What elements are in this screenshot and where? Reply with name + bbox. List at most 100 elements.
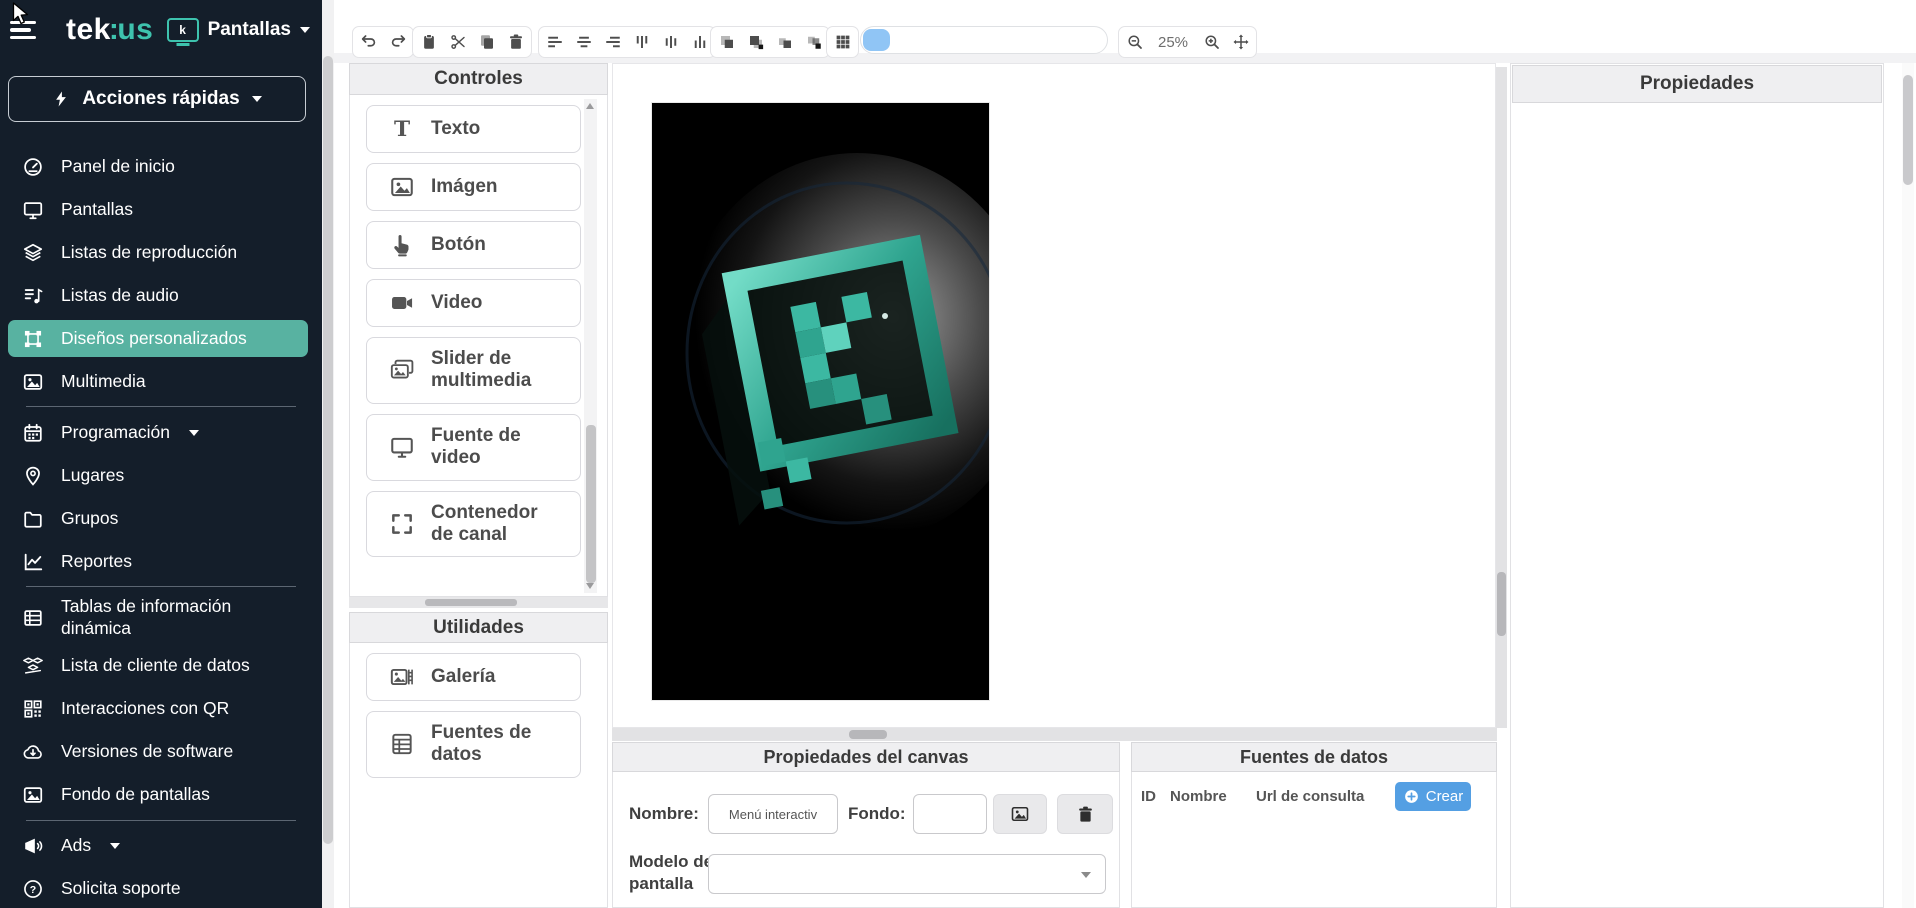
control-fuentes-de-datos[interactable]: Fuentes de datos — [366, 711, 581, 778]
utilities-panel-header: Utilidades — [349, 612, 608, 643]
send-back-icon — [747, 33, 765, 51]
sidebar-divider — [26, 820, 296, 821]
toolbar-send-backward-button[interactable] — [800, 29, 827, 55]
control-galeria[interactable]: Galería — [366, 653, 581, 701]
app-root: { "brand": {"logo_prefix": "tek", "logo_… — [0, 0, 1916, 908]
toolbar-redo-button[interactable] — [384, 29, 411, 55]
toolbar-toggle-grid-button[interactable] — [829, 29, 856, 55]
redo-icon — [389, 33, 407, 51]
toolbar-valign-bottom-button[interactable] — [686, 29, 713, 55]
controls-scrollbar[interactable] — [584, 99, 597, 593]
scroll-down-arrow-icon[interactable] — [586, 583, 594, 589]
control-fuente-de-video[interactable]: Fuente de video — [366, 414, 581, 481]
sidebar-item-reportes[interactable]: Reportes — [8, 543, 308, 580]
screen-model-select[interactable] — [708, 854, 1106, 894]
sidebar-item-fondo-de-pantallas[interactable]: Fondo de pantallas — [8, 777, 308, 814]
control-video[interactable]: Video — [366, 279, 581, 327]
canvas-properties-title: Propiedades del canvas — [763, 747, 968, 768]
toolbar-paste-button[interactable] — [415, 29, 442, 55]
canvas-artwork[interactable] — [651, 102, 990, 701]
toolbar-cut-button[interactable] — [444, 29, 471, 55]
send-backward-icon — [805, 33, 823, 51]
canvas-name-input[interactable] — [708, 794, 838, 834]
sidebar-scrollbar[interactable] — [322, 0, 334, 908]
sidebar-item-ads[interactable]: Ads — [8, 828, 308, 865]
layers-icon — [22, 242, 44, 264]
create-data-source-button[interactable]: Crear — [1395, 782, 1471, 811]
sidebar-item-versiones-de-software[interactable]: Versiones de software — [8, 734, 308, 771]
expand-icon — [389, 511, 415, 537]
properties-panel-body — [1510, 63, 1884, 908]
card-icon-box — [373, 511, 431, 537]
zoom-out-button[interactable] — [1121, 29, 1148, 55]
card-icon-box — [373, 116, 431, 142]
menu-hamburger-icon[interactable] — [10, 21, 36, 40]
card-label: Slider de multimedia — [431, 348, 549, 393]
control-texto[interactable]: Texto — [366, 105, 581, 153]
quick-actions-label: Acciones rápidas — [82, 88, 239, 110]
screen-model-label-line2: pantalla — [629, 874, 693, 894]
sidebar-scrollbar-thumb[interactable] — [323, 56, 333, 844]
zoom-in-button[interactable] — [1198, 29, 1225, 55]
controls-scrollbar-thumb[interactable] — [586, 425, 596, 583]
control-boton[interactable]: Botón — [366, 221, 581, 269]
toolbar-copy-button[interactable] — [473, 29, 500, 55]
sidebar-item-label: Versiones de software — [61, 741, 233, 763]
scroll-up-arrow-icon[interactable] — [586, 103, 594, 109]
control-slider-de-multimedia[interactable]: Slider de multimedia — [366, 337, 581, 404]
sidebar-item-tablas-de-informacion-dinamica[interactable]: Tablas de información dinámica — [8, 594, 308, 642]
design-canvas[interactable] — [612, 63, 1496, 728]
canvas-hscrollbar[interactable] — [612, 728, 1497, 741]
toolbar-align-right-button[interactable] — [599, 29, 626, 55]
clipboard-icon — [420, 33, 438, 51]
toolbar-valign-middle-button[interactable] — [657, 29, 684, 55]
controls-hscrollbar[interactable] — [349, 597, 608, 608]
sidebar-item-solicita-soporte[interactable]: Solicita soporte — [8, 871, 308, 908]
toolbar-undo-button[interactable] — [355, 29, 382, 55]
controls-hscrollbar-thumb[interactable] — [425, 599, 517, 606]
sidebar-item-interacciones-con-qr[interactable]: Interacciones con QR — [8, 691, 308, 728]
background-input[interactable] — [913, 794, 987, 834]
sidebar-item-listas-de-reproduccion[interactable]: Listas de reproducción — [8, 234, 308, 271]
move-icon — [1232, 33, 1250, 51]
window-scrollbar[interactable] — [1902, 63, 1914, 908]
quick-actions-button[interactable]: Acciones rápidas — [8, 76, 306, 122]
canvas-hscrollbar-thumb[interactable] — [849, 730, 887, 739]
sidebar-item-lista-de-cliente-de-datos[interactable]: Lista de cliente de datos — [8, 648, 308, 685]
toolbar-valign-top-button[interactable] — [628, 29, 655, 55]
toolbar-delete-button[interactable] — [502, 29, 529, 55]
toolbar-send-to-back-button[interactable] — [742, 29, 769, 55]
pan-button[interactable] — [1227, 29, 1254, 55]
undo-icon — [360, 33, 378, 51]
pick-background-image-button[interactable] — [993, 794, 1047, 834]
control-imagen[interactable]: Imágen — [366, 163, 581, 211]
toolbar-bring-to-front-button[interactable] — [713, 29, 740, 55]
sidebar-item-disenos-personalizados[interactable]: Diseños personalizados — [8, 320, 308, 357]
zoom-slider[interactable] — [860, 26, 1108, 54]
toolbar-align-left-button[interactable] — [541, 29, 568, 55]
scissors-icon — [449, 33, 467, 51]
clear-background-button[interactable] — [1057, 794, 1113, 834]
sidebar-item-lugares[interactable]: Lugares — [8, 457, 308, 494]
toolbar-bring-forward-button[interactable] — [771, 29, 798, 55]
sidebar-item-grupos[interactable]: Grupos — [8, 500, 308, 537]
toolbar-align-center-button[interactable] — [570, 29, 597, 55]
sidebar-item-label: Diseños personalizados — [61, 328, 247, 350]
sidebar-item-pantallas[interactable]: Pantallas — [8, 191, 308, 228]
sidebar-item-label: Panel de inicio — [61, 156, 175, 178]
canvas-vscrollbar-thumb[interactable] — [1497, 572, 1506, 636]
sidebar-item-listas-de-audio[interactable]: Listas de audio — [8, 277, 308, 314]
zoom-out-icon — [1126, 33, 1144, 51]
window-scrollbar-thumb[interactable] — [1903, 75, 1913, 185]
sidebar-item-panel-de-inicio[interactable]: Panel de inicio — [8, 148, 308, 185]
bolt-icon — [52, 90, 70, 108]
music-icon — [22, 285, 44, 307]
sidebar-item-multimedia[interactable]: Multimedia — [8, 363, 308, 400]
logo-prefix: tek — [66, 13, 111, 46]
sidebar-item-programacion[interactable]: Programación — [8, 414, 308, 451]
context-switcher[interactable]: k Pantallas — [167, 18, 310, 42]
valign-middle-icon — [662, 33, 680, 51]
control-contenedor-de-canal[interactable]: Contenedor de canal — [366, 491, 581, 558]
canvas-vscrollbar[interactable] — [1496, 67, 1507, 728]
zoom-slider-handle[interactable] — [863, 29, 890, 51]
